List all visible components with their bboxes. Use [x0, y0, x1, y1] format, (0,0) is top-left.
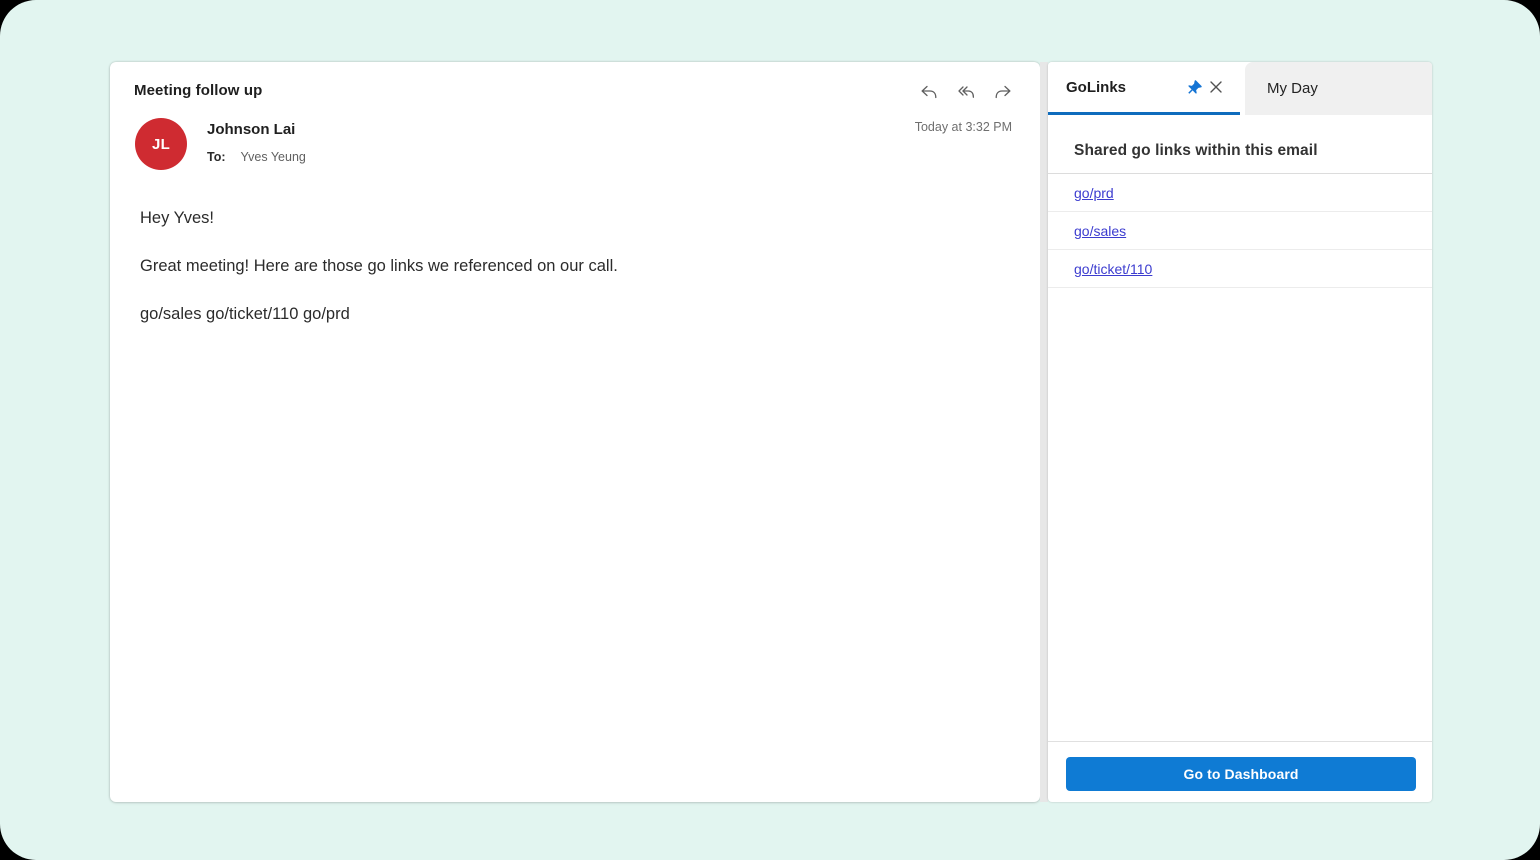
- recipient-name: Yves Yeung: [241, 150, 306, 164]
- email-timestamp: Today at 3:32 PM: [915, 120, 1012, 134]
- tab-golinks[interactable]: GoLinks: [1048, 62, 1240, 115]
- close-icon[interactable]: [1205, 76, 1227, 98]
- golink-link[interactable]: go/prd: [1074, 185, 1114, 201]
- email-body: Hey Yves! Great meeting! Here are those …: [140, 207, 980, 351]
- tab-my-day-label: My Day: [1267, 80, 1318, 97]
- golink-link[interactable]: go/ticket/110: [1074, 261, 1152, 277]
- email-paragraph: go/sales go/ticket/110 go/prd: [140, 303, 980, 325]
- go-to-dashboard-button[interactable]: Go to Dashboard: [1066, 757, 1416, 791]
- sender-initials: JL: [152, 136, 170, 153]
- recipient-row: To: Yves Yeung: [207, 150, 306, 164]
- email-paragraph: Great meeting! Here are those go links w…: [140, 255, 980, 277]
- reply-icon[interactable]: [918, 82, 940, 102]
- divider: [1048, 741, 1432, 742]
- addin-tab-strip: GoLinks My Day: [1048, 62, 1432, 115]
- email-subject: Meeting follow up: [134, 82, 262, 99]
- golink-link[interactable]: go/sales: [1074, 223, 1126, 239]
- pane-divider: [1040, 62, 1048, 802]
- golink-item[interactable]: go/ticket/110: [1048, 250, 1432, 288]
- golinks-side-panel: GoLinks My Day Shared go links within th…: [1048, 62, 1432, 802]
- screenshot-background: Meeting follow up: [0, 0, 1540, 860]
- pin-icon[interactable]: [1183, 76, 1205, 98]
- forward-icon[interactable]: [992, 82, 1014, 102]
- shared-links-section-title: Shared go links within this email: [1074, 142, 1416, 160]
- mail-actions-toolbar: [918, 82, 1014, 102]
- golink-item[interactable]: go/sales: [1048, 212, 1432, 250]
- golink-item[interactable]: go/prd: [1048, 174, 1432, 212]
- tab-my-day[interactable]: My Day: [1245, 62, 1432, 115]
- golinks-list: go/prd go/sales go/ticket/110: [1048, 174, 1432, 288]
- sender-name: Johnson Lai: [207, 121, 295, 138]
- reply-all-icon[interactable]: [955, 82, 977, 102]
- email-reading-pane: Meeting follow up: [110, 62, 1040, 802]
- sender-avatar: JL: [135, 118, 187, 170]
- to-label: To:: [207, 150, 226, 164]
- tab-golinks-label: GoLinks: [1066, 79, 1183, 96]
- email-paragraph: Hey Yves!: [140, 207, 980, 229]
